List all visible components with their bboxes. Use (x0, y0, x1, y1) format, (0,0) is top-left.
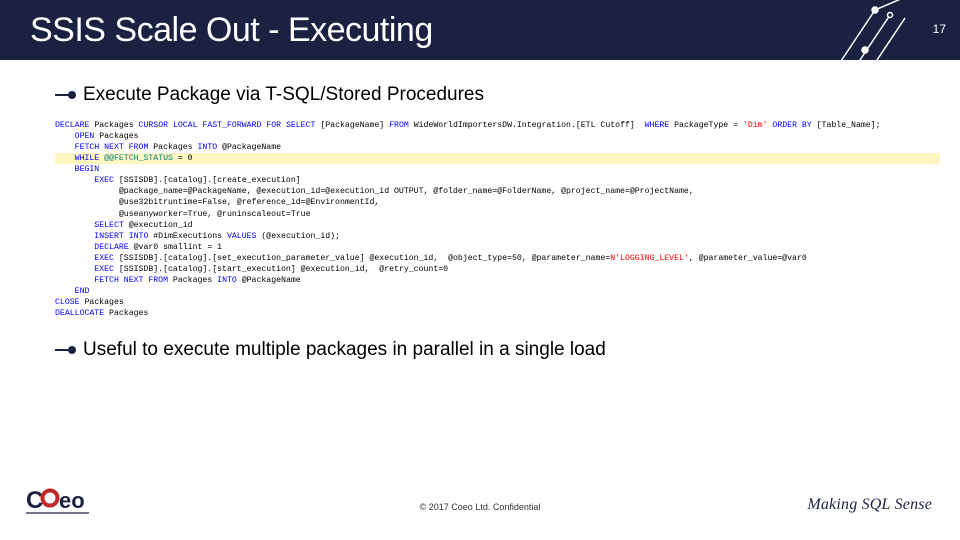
bullet-section-1: Execute Package via T-SQL/Stored Procedu… (0, 60, 960, 106)
code-line: FETCH NEXT FROM Packages INTO @PackageNa… (55, 275, 940, 286)
code-line: @package_name=@PackageName, @execution_i… (55, 186, 940, 197)
bullet-icon (55, 90, 77, 100)
slide-footer: C eo © 2017 Coeo Ltd. Confidential Makin… (0, 482, 960, 532)
code-line-highlight: WHILE @@FETCH_STATUS = 0 (55, 153, 940, 164)
code-line: EXEC [SSISDB].[catalog].[create_executio… (55, 175, 940, 186)
code-line: END (55, 286, 940, 297)
code-line: SELECT @execution_id (55, 220, 940, 231)
corner-lines-icon (825, 0, 915, 80)
code-line: DEALLOCATE Packages (55, 308, 940, 319)
sql-code-block: DECLARE Packages CURSOR LOCAL FAST_FORWA… (0, 120, 960, 319)
bullet-item: Execute Package via T-SQL/Stored Procedu… (55, 84, 930, 106)
slide-title: SSIS Scale Out - Executing (30, 11, 433, 50)
code-line: DECLARE @var0 smallint = 1 (55, 242, 940, 253)
page-number: 17 (933, 22, 946, 36)
code-line: BEGIN (55, 164, 940, 175)
code-line: EXEC [SSISDB].[catalog].[start_execution… (55, 264, 940, 275)
code-line: INSERT INTO #DimExecutions VALUES (@exec… (55, 231, 940, 242)
bullet-text: Execute Package via T-SQL/Stored Procedu… (83, 84, 484, 106)
slide-header: SSIS Scale Out - Executing 17 (0, 0, 960, 60)
code-line: @useanyworker=True, @runinscaleout=True (55, 209, 940, 220)
code-line: DECLARE Packages CURSOR LOCAL FAST_FORWA… (55, 120, 940, 131)
bullet-icon (55, 345, 77, 355)
bullet-text: Useful to execute multiple packages in p… (83, 339, 606, 361)
code-line: OPEN Packages (55, 131, 940, 142)
code-line: EXEC [SSISDB].[catalog].[set_execution_p… (55, 253, 940, 264)
bullet-section-2: Useful to execute multiple packages in p… (0, 335, 960, 361)
code-line: FETCH NEXT FROM Packages INTO @PackageNa… (55, 142, 940, 153)
tagline-text: Making SQL Sense (807, 496, 932, 514)
code-line: @use32bitruntime=False, @reference_id=@E… (55, 197, 940, 208)
code-line: CLOSE Packages (55, 297, 940, 308)
bullet-item: Useful to execute multiple packages in p… (55, 339, 930, 361)
